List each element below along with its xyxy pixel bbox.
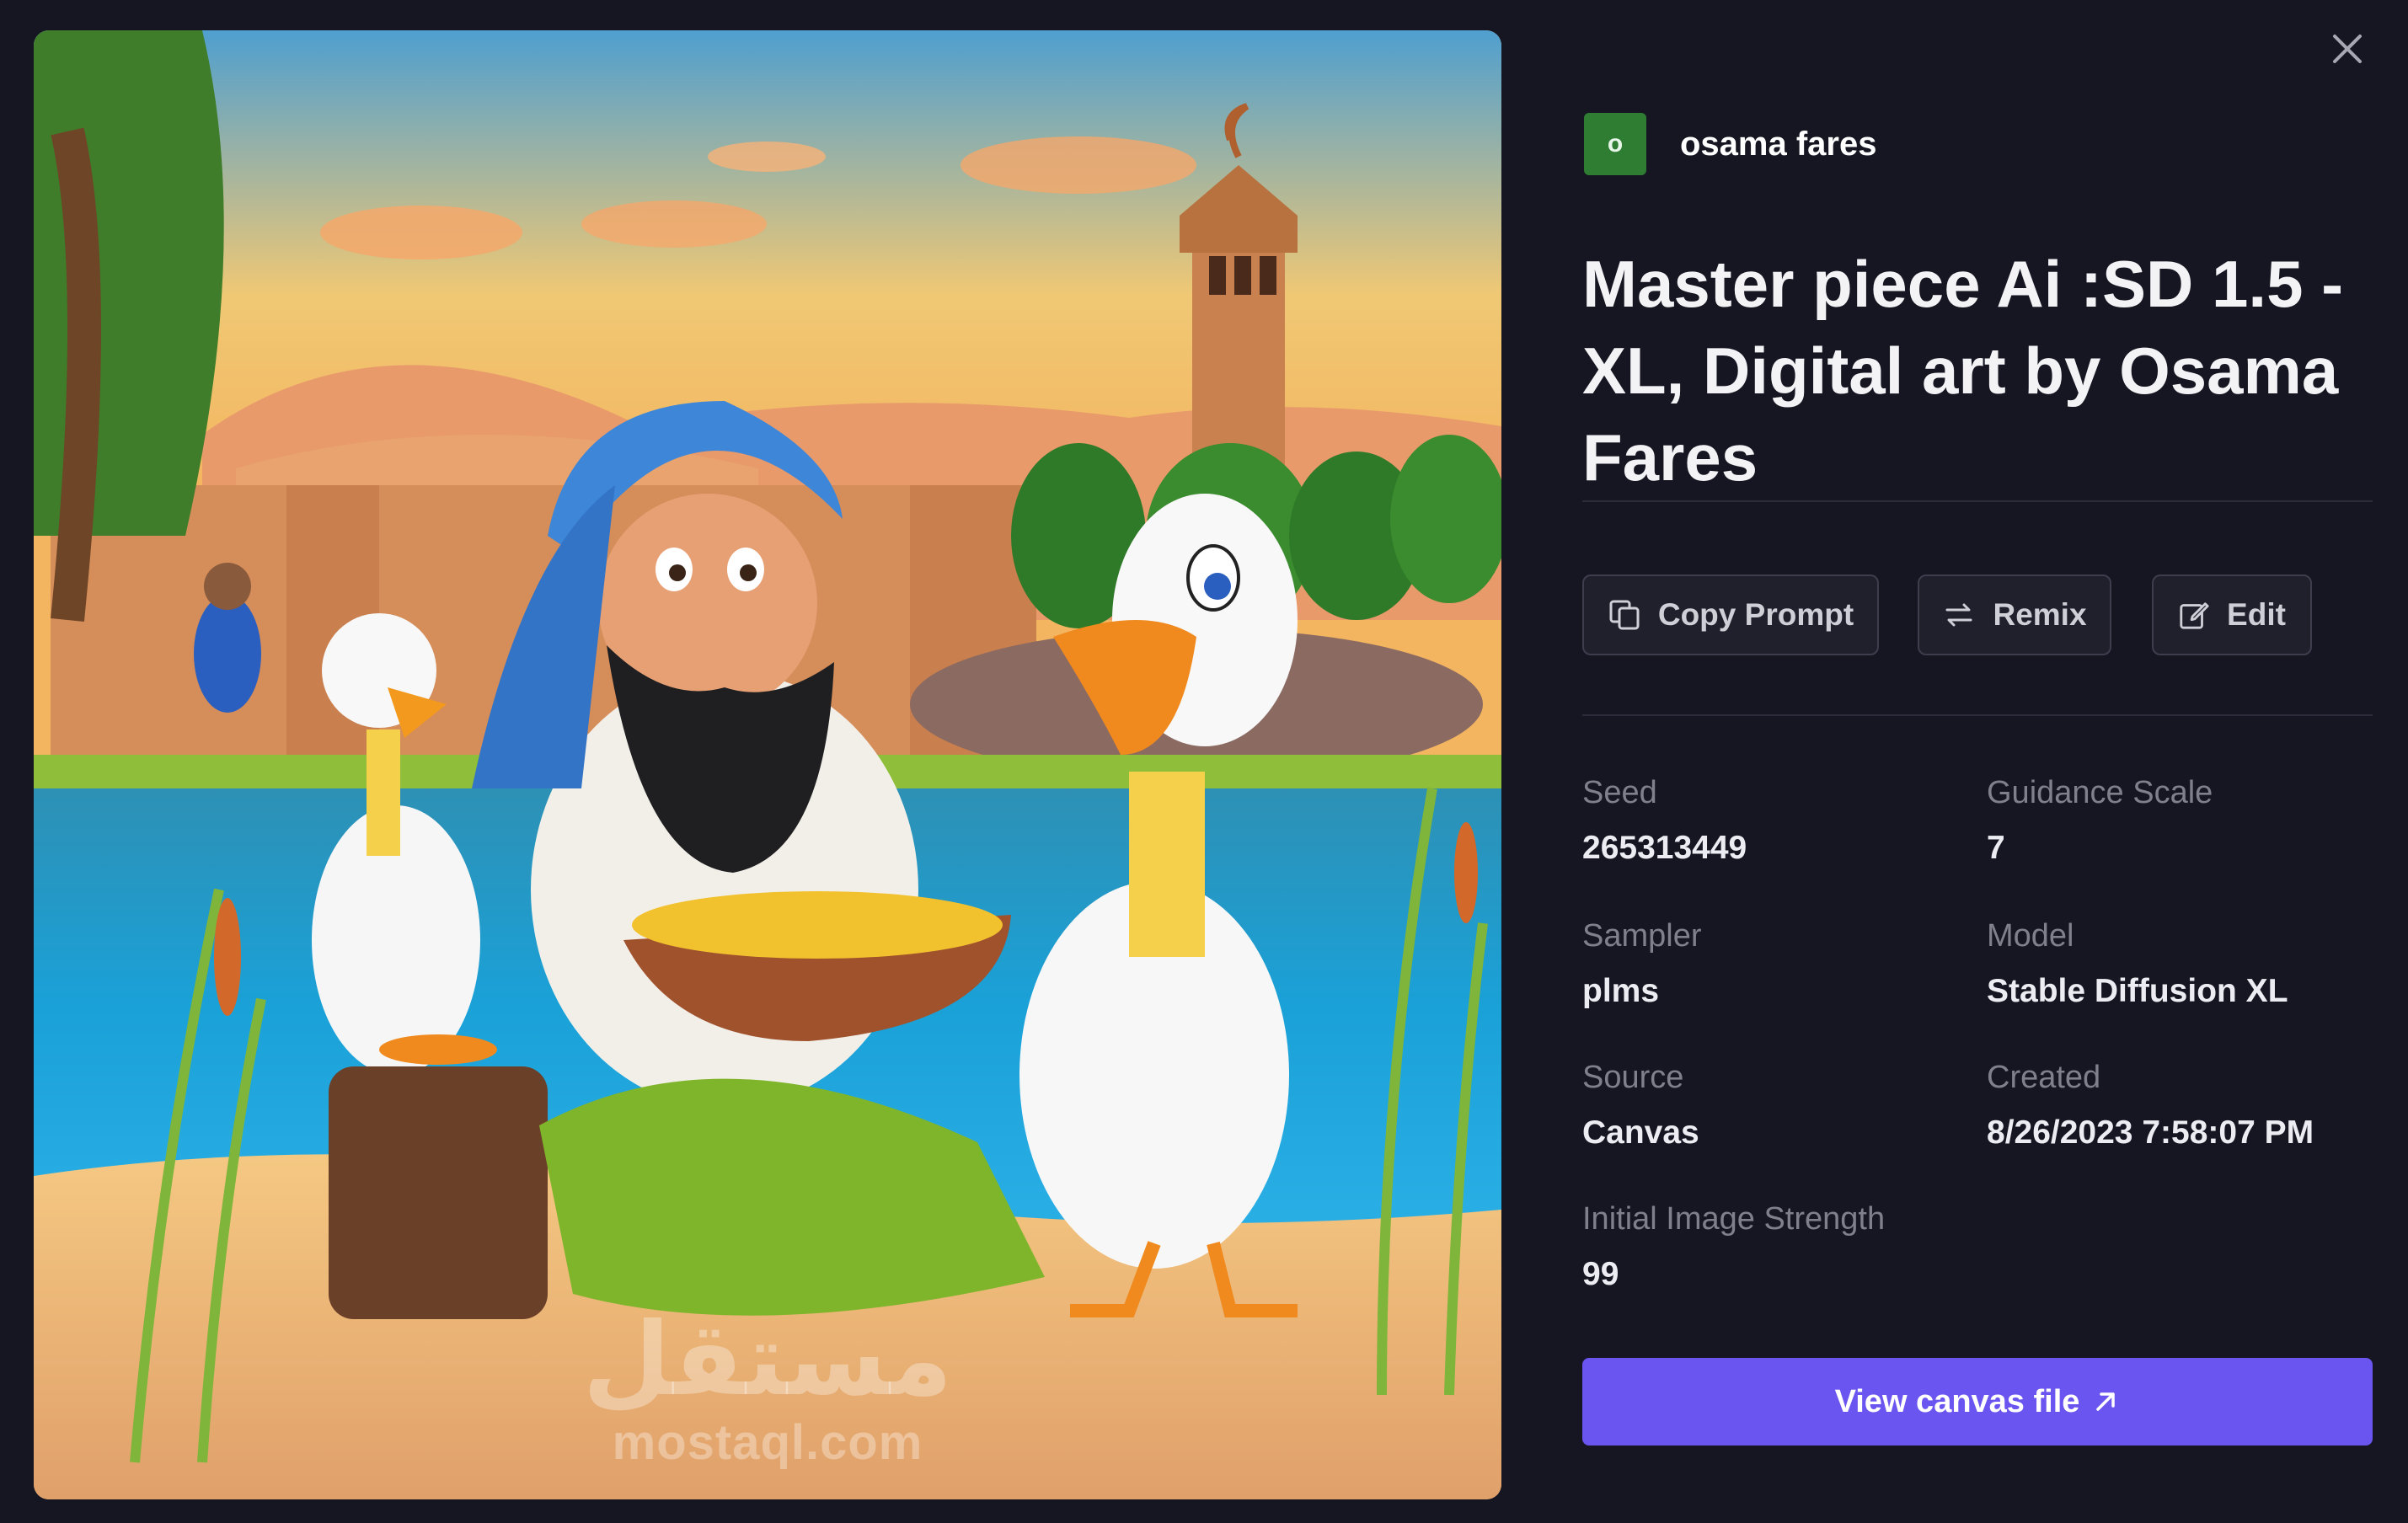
copy-icon — [1609, 600, 1640, 630]
seed-field: Seed 265313449 — [1582, 775, 1747, 867]
remix-label: Remix — [1993, 597, 2087, 632]
view-canvas-file-label: View canvas file — [1834, 1383, 2080, 1419]
author[interactable]: o osama fares — [1584, 113, 1876, 175]
created-field: Created 8/26/2023 7:58:07 PM — [1987, 1060, 2314, 1152]
close-icon — [2333, 35, 2362, 63]
avatar[interactable]: o — [1584, 113, 1646, 175]
edit-icon — [2180, 602, 2209, 629]
created-label: Created — [1987, 1060, 2101, 1095]
sampler-value: plms — [1582, 973, 1660, 1009]
guidance-value: 7 — [1987, 830, 2005, 866]
model-value: Stable Diffusion XL — [1987, 973, 2288, 1009]
actions-divider — [1582, 714, 2373, 716]
sampler-label: Sampler — [1582, 918, 1702, 954]
source-value: Canvas — [1582, 1114, 1699, 1151]
title-divider — [1582, 500, 2373, 502]
copy-prompt-button[interactable]: Copy Prompt — [1582, 574, 1879, 655]
page-title: Master piece Ai :SD 1.5 - XL, Digital ar… — [1582, 247, 2344, 494]
guidance-field: Guidance Scale 7 — [1987, 775, 2213, 867]
action-bar: Copy Prompt Remix Edit — [1582, 574, 2312, 655]
initial-strength-field: Initial Image Strength 99 — [1582, 1201, 1885, 1293]
external-link-icon — [2096, 1392, 2116, 1411]
created-value: 8/26/2023 7:58:07 PM — [1987, 1114, 2314, 1151]
source-field: Source Canvas — [1582, 1060, 1699, 1152]
model-field: Model Stable Diffusion XL — [1987, 918, 2288, 1010]
seed-value: 265313449 — [1582, 830, 1747, 866]
remix-icon — [1945, 603, 1972, 627]
seed-label: Seed — [1582, 775, 1657, 810]
artwork-illustration — [34, 30, 1501, 1499]
initial-strength-label: Initial Image Strength — [1582, 1201, 1886, 1237]
initial-strength-value: 99 — [1582, 1256, 1619, 1292]
edit-label: Edit — [2227, 597, 2286, 632]
generated-image[interactable]: مستقل mostaql.com — [34, 30, 1501, 1499]
copy-prompt-label: Copy Prompt — [1657, 597, 1854, 632]
model-label: Model — [1987, 918, 2074, 954]
source-label: Source — [1582, 1060, 1684, 1095]
remix-button[interactable]: Remix — [1918, 574, 2111, 655]
view-canvas-file-button[interactable]: View canvas file — [1582, 1358, 2373, 1446]
sampler-field: Sampler plms — [1582, 918, 1702, 1010]
edit-button[interactable]: Edit — [2152, 574, 2312, 655]
author-name[interactable]: osama fares — [1680, 126, 1876, 163]
guidance-label: Guidance Scale — [1987, 775, 2213, 810]
close-button[interactable] — [2325, 27, 2369, 71]
